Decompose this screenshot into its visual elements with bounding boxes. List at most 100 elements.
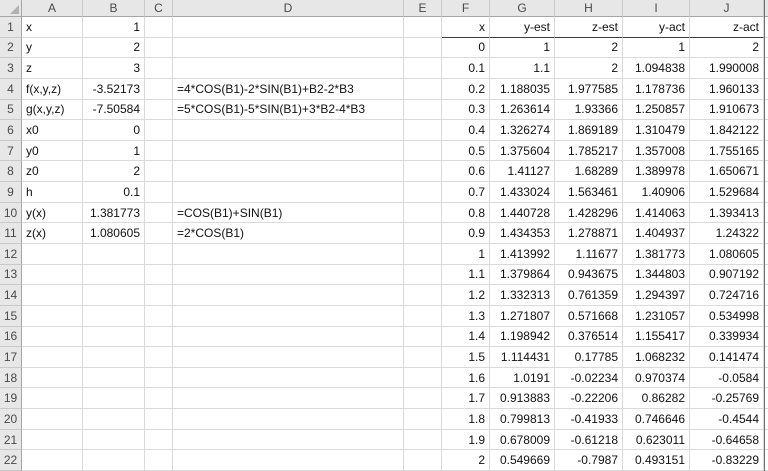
cell-C3[interactable]: [145, 58, 173, 79]
cell-I14[interactable]: 1.294397: [623, 285, 690, 306]
cell-J14[interactable]: 0.724716: [690, 285, 764, 306]
cell-E15[interactable]: [404, 305, 442, 327]
column-header-J[interactable]: J: [690, 0, 764, 17]
column-header-E[interactable]: E: [404, 0, 442, 17]
cell-J16[interactable]: 0.339934: [690, 326, 764, 348]
row-header-4[interactable]: 4: [0, 78, 22, 100]
cell-H14[interactable]: 0.761359: [555, 285, 623, 306]
cell-B9[interactable]: 0.1: [83, 182, 145, 203]
cell-A8[interactable]: z0: [22, 161, 83, 183]
cell-J13[interactable]: 0.907192: [690, 264, 764, 286]
cell-B8[interactable]: 2: [83, 161, 145, 183]
column-header-I[interactable]: I: [623, 0, 690, 17]
cell-A13[interactable]: [22, 264, 83, 286]
cell-G7[interactable]: 1.375604: [490, 140, 555, 162]
row-header-20[interactable]: 20: [0, 409, 22, 430]
column-header-G[interactable]: G: [490, 0, 555, 17]
cell-B2[interactable]: 2: [83, 37, 145, 59]
cell-A12[interactable]: [22, 244, 83, 265]
cell-A14[interactable]: [22, 285, 83, 306]
cell-B7[interactable]: 1: [83, 140, 145, 162]
cell-C11[interactable]: [145, 223, 173, 244]
cell-D14[interactable]: [173, 285, 404, 306]
cell-D5[interactable]: =5*COS(B1)-5*SIN(B1)+3*B2-4*B3: [173, 99, 404, 121]
cell-E14[interactable]: [404, 285, 442, 306]
cell-J22[interactable]: -0.83229: [690, 450, 764, 471]
cell-J18[interactable]: -0.0584: [690, 367, 764, 389]
cell-C21[interactable]: [145, 429, 173, 451]
cell-A11[interactable]: z(x): [22, 223, 83, 244]
cell-F20[interactable]: 1.8: [442, 409, 490, 430]
cell-C14[interactable]: [145, 285, 173, 306]
cell-H13[interactable]: 0.943675: [555, 264, 623, 286]
cell-E3[interactable]: [404, 58, 442, 79]
cell-H22[interactable]: -0.7987: [555, 450, 623, 471]
cell-H3[interactable]: 2: [555, 58, 623, 79]
cell-G20[interactable]: 0.799813: [490, 409, 555, 430]
cell-G3[interactable]: 1.1: [490, 58, 555, 79]
cell-H17[interactable]: 0.17785: [555, 347, 623, 368]
cell-E16[interactable]: [404, 326, 442, 348]
cell-J11[interactable]: 1.24322: [690, 223, 764, 244]
cell-C22[interactable]: [145, 450, 173, 471]
cell-D11[interactable]: =2*COS(B1): [173, 223, 404, 244]
cell-H16[interactable]: 0.376514: [555, 326, 623, 348]
cell-J10[interactable]: 1.393413: [690, 202, 764, 224]
row-header-18[interactable]: 18: [0, 367, 22, 389]
cell-I5[interactable]: 1.250857: [623, 99, 690, 121]
cell-F15[interactable]: 1.3: [442, 305, 490, 327]
cell-A20[interactable]: [22, 409, 83, 430]
cell-C1[interactable]: [145, 17, 173, 38]
cell-A1[interactable]: x: [22, 17, 83, 38]
cell-E1[interactable]: [404, 17, 442, 38]
cell-D22[interactable]: [173, 450, 404, 471]
cell-G6[interactable]: 1.326274: [490, 120, 555, 141]
cell-D9[interactable]: [173, 182, 404, 203]
column-header-D[interactable]: D: [173, 0, 404, 17]
cell-H10[interactable]: 1.428296: [555, 202, 623, 224]
cell-D13[interactable]: [173, 264, 404, 286]
cell-A9[interactable]: h: [22, 182, 83, 203]
cell-J8[interactable]: 1.650671: [690, 161, 764, 183]
cell-D10[interactable]: =COS(B1)+SIN(B1): [173, 202, 404, 224]
cell-A15[interactable]: [22, 305, 83, 327]
cell-I19[interactable]: 0.86282: [623, 388, 690, 410]
cell-B5[interactable]: -7.50584: [83, 99, 145, 121]
cell-G5[interactable]: 1.263614: [490, 99, 555, 121]
cell-I1[interactable]: y-act: [623, 17, 690, 38]
row-header-15[interactable]: 15: [0, 305, 22, 327]
cell-E12[interactable]: [404, 244, 442, 265]
cell-I11[interactable]: 1.404937: [623, 223, 690, 244]
cell-E20[interactable]: [404, 409, 442, 430]
row-header-13[interactable]: 13: [0, 264, 22, 286]
cell-I18[interactable]: 0.970374: [623, 367, 690, 389]
cell-H2[interactable]: 2: [555, 37, 623, 59]
row-header-5[interactable]: 5: [0, 99, 22, 121]
cell-A2[interactable]: y: [22, 37, 83, 59]
cell-A6[interactable]: x0: [22, 120, 83, 141]
cell-E19[interactable]: [404, 388, 442, 410]
cell-D4[interactable]: =4*COS(B1)-2*SIN(B1)+B2-2*B3: [173, 78, 404, 100]
row-header-10[interactable]: 10: [0, 202, 22, 224]
cell-A19[interactable]: [22, 388, 83, 410]
cell-J12[interactable]: 1.080605: [690, 244, 764, 265]
cell-H12[interactable]: 1.11677: [555, 244, 623, 265]
cell-D17[interactable]: [173, 347, 404, 368]
cell-E2[interactable]: [404, 37, 442, 59]
row-header-16[interactable]: 16: [0, 326, 22, 348]
cell-D12[interactable]: [173, 244, 404, 265]
cell-C17[interactable]: [145, 347, 173, 368]
cell-I12[interactable]: 1.381773: [623, 244, 690, 265]
cell-E18[interactable]: [404, 367, 442, 389]
cell-B22[interactable]: [83, 450, 145, 471]
cell-C15[interactable]: [145, 305, 173, 327]
cell-A4[interactable]: f(x,y,z): [22, 78, 83, 100]
cell-D3[interactable]: [173, 58, 404, 79]
select-all-corner[interactable]: [0, 0, 22, 17]
cell-I9[interactable]: 1.40906: [623, 182, 690, 203]
cell-A3[interactable]: z: [22, 58, 83, 79]
cell-G15[interactable]: 1.271807: [490, 305, 555, 327]
cell-F13[interactable]: 1.1: [442, 264, 490, 286]
cell-D15[interactable]: [173, 305, 404, 327]
cell-J17[interactable]: 0.141474: [690, 347, 764, 368]
